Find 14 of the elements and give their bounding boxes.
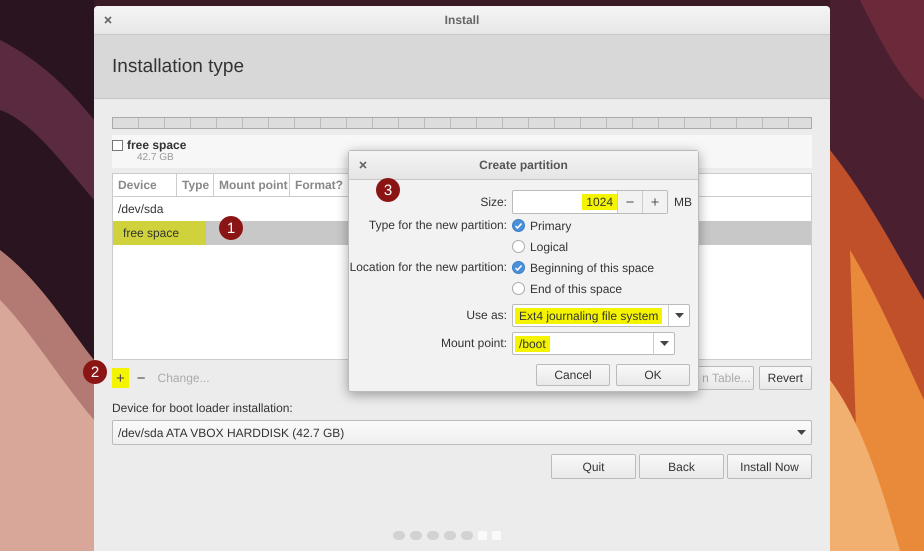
unit-label: MB <box>674 195 692 209</box>
table-cell: free space <box>113 221 206 245</box>
field-label: Size: <box>479 194 507 210</box>
table-cell-text: /dev/sda <box>117 201 164 218</box>
field-label: Use as: <box>465 307 507 324</box>
window-title: Install <box>444 13 480 27</box>
legend-size: 42.7 GB <box>137 152 175 163</box>
field-label: Location for the new partition: <box>349 259 507 276</box>
field-label: Type for the new partition: <box>368 217 507 234</box>
bootloader-label: Device for boot loader installation: <box>112 401 294 415</box>
legend-label: free space <box>127 138 186 152</box>
field-label: Mount point: <box>440 335 507 352</box>
page-heading: Installation type <box>112 56 244 78</box>
dialog-title: Create partition <box>479 158 568 172</box>
